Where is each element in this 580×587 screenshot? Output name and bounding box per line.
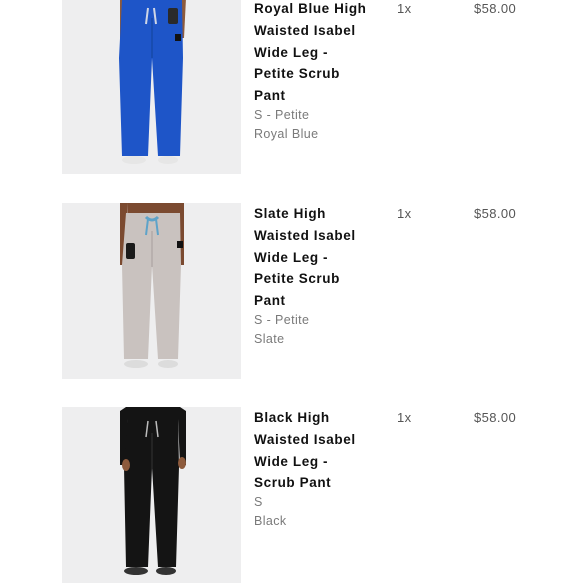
product-title[interactable]: Black High Waisted Isabel Wide Leg - Scr… (254, 407, 372, 494)
quantity: 1x (397, 410, 412, 425)
product-size: S - Petite (254, 108, 310, 122)
price: $58.00 (474, 1, 517, 16)
product-size: S (254, 495, 263, 509)
product-title[interactable]: Royal Blue High Waisted Isabel Wide Leg … (254, 0, 372, 107)
quantity: 1x (397, 1, 412, 16)
cart-item: Slate High Waisted Isabel Wide Leg - Pet… (0, 203, 580, 383)
quantity: 1x (397, 206, 412, 221)
price: $58.00 (474, 206, 517, 221)
product-image[interactable] (62, 407, 241, 583)
product-color: Royal Blue (254, 127, 319, 141)
product-color: Slate (254, 332, 285, 346)
product-image[interactable] (62, 203, 241, 379)
cart-item: Royal Blue High Waisted Isabel Wide Leg … (0, 0, 580, 178)
cart-item: Black High Waisted Isabel Wide Leg - Scr… (0, 407, 580, 587)
product-color: Black (254, 514, 287, 528)
product-size: S - Petite (254, 313, 310, 327)
product-title[interactable]: Slate High Waisted Isabel Wide Leg - Pet… (254, 203, 372, 312)
product-image[interactable] (62, 0, 241, 174)
price: $58.00 (474, 410, 517, 425)
